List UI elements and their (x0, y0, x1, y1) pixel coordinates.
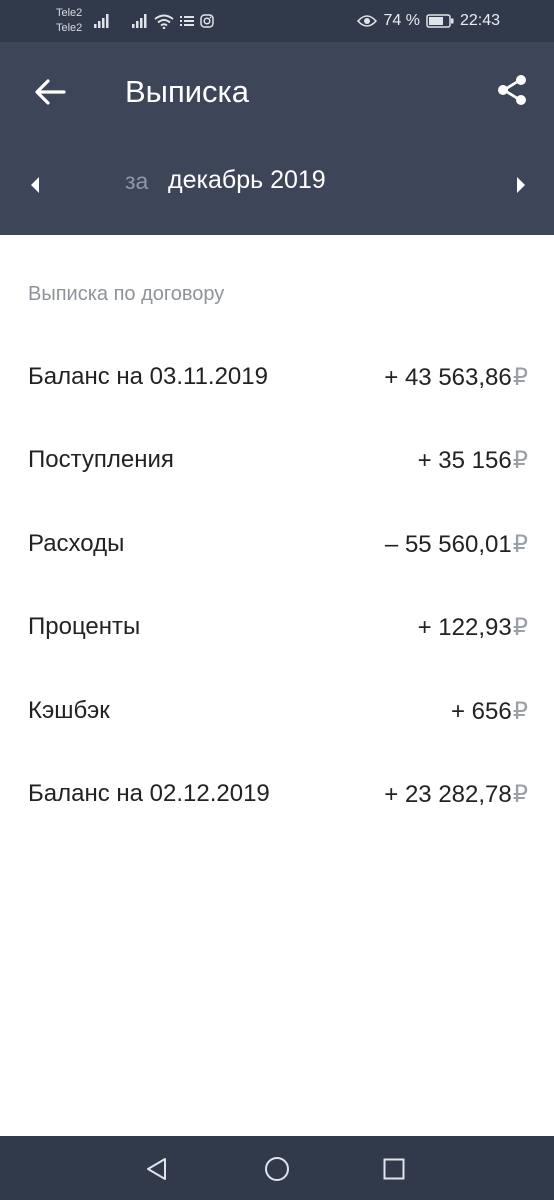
period-selector: за декабрь 2019 (0, 160, 554, 206)
wifi-icon (154, 14, 174, 29)
row-value: – 55 560,01₽ (385, 530, 528, 559)
row-label: Кэшбэк (28, 696, 110, 724)
currency-sign: ₽ (512, 780, 528, 808)
currency-sign: ₽ (512, 364, 528, 391)
amount: + 43 563,86 (384, 364, 512, 391)
row-value: + 23 282,78₽ (384, 780, 528, 809)
amount: – 55 560,01 (384, 530, 512, 558)
row-value: + 43 563,86₽ (384, 363, 528, 392)
carrier-1: Tele2 (56, 7, 83, 19)
statement-row: Кэшбэк + 656₽ (0, 697, 554, 780)
currency-sign: ₽ (512, 697, 528, 725)
status-icons-left (94, 12, 214, 30)
triangle-left-icon (31, 177, 39, 193)
row-label: Расходы (28, 529, 125, 557)
statement-row: Проценты + 122,93₽ (0, 613, 554, 696)
row-label: Проценты (28, 613, 141, 641)
circle-home-icon (265, 1157, 289, 1181)
next-period-button[interactable] (506, 168, 536, 202)
row-label: Баланс на 03.11.2019 (28, 363, 268, 390)
battery-percent: 74 % (383, 12, 420, 29)
instagram-icon (200, 14, 214, 28)
nav-back-button[interactable] (140, 1152, 174, 1186)
statement-row: Поступления + 35 156₽ (0, 446, 554, 529)
amount: + 35 156 (417, 447, 512, 475)
statement-row: Расходы – 55 560,01₽ (0, 530, 554, 613)
app-header: Выписка за декабрь 2019 (0, 42, 554, 235)
share-button[interactable] (492, 70, 532, 110)
share-icon (498, 75, 526, 105)
statement-row: Баланс на 02.12.2019 + 23 282,78₽ (0, 780, 554, 863)
statement-row: Баланс на 03.11.2019 + 43 563,86₽ (0, 363, 554, 446)
signal-icon (94, 14, 109, 28)
battery-icon (426, 14, 454, 28)
section-label: Выписка по договору (28, 283, 225, 305)
amount: + 23 282,78 (384, 780, 512, 808)
arrow-left-icon (35, 79, 66, 105)
carrier-labels: Tele2 Tele2 (56, 6, 82, 36)
currency-sign: ₽ (512, 447, 528, 475)
currency-sign: ₽ (512, 614, 528, 642)
back-button[interactable] (30, 72, 70, 112)
clock: 22:43 (459, 12, 500, 29)
row-label: Поступления (28, 446, 174, 474)
amount: + 656 (450, 697, 512, 725)
amount: + 122,93 (417, 614, 512, 642)
square-recents-icon (383, 1158, 405, 1180)
statement-rows: Баланс на 03.11.2019 + 43 563,86₽ Поступ… (0, 363, 554, 863)
status-icons-right: 74 % 22:43 (357, 10, 500, 32)
row-value: + 35 156₽ (418, 446, 528, 475)
status-bar: Tele2 Tele2 74 % 22:43 (0, 0, 554, 42)
nav-home-button[interactable] (260, 1152, 294, 1186)
eye-icon (357, 15, 378, 27)
nav-recents-button[interactable] (377, 1152, 411, 1186)
carrier-2: Tele2 (56, 22, 83, 34)
page-title: Выписка (125, 74, 250, 109)
row-value: + 656₽ (451, 697, 528, 726)
row-value: + 122,93₽ (418, 613, 528, 642)
row-label: Баланс на 02.12.2019 (28, 779, 270, 807)
list-icon (180, 16, 194, 26)
signal-icon-2 (132, 14, 147, 28)
triangle-back-icon (147, 1158, 166, 1180)
period-value[interactable]: декабрь 2019 (168, 166, 326, 195)
currency-sign: ₽ (512, 530, 528, 558)
system-nav-bar (0, 1136, 554, 1200)
triangle-right-icon (517, 177, 525, 193)
previous-period-button[interactable] (20, 168, 50, 202)
period-prefix: за (125, 168, 149, 194)
